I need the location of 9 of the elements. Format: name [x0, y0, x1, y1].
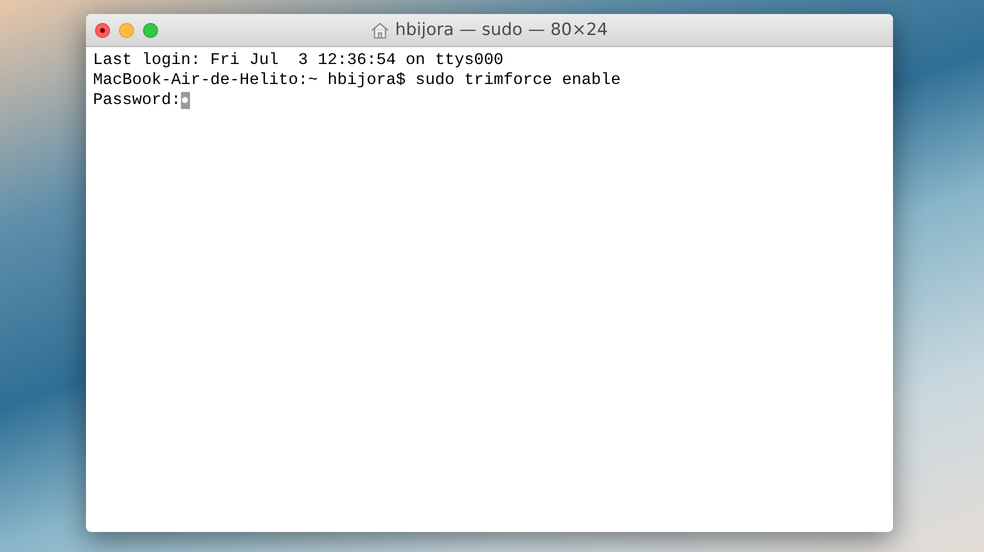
zoom-button[interactable] — [143, 22, 158, 38]
password-prompt: Password: — [93, 90, 181, 110]
close-button[interactable] — [95, 22, 110, 38]
terminal-line: MacBook-Air-de-Helito:~ hbijora$ sudo trimforce enable — [93, 70, 622, 90]
cursor — [180, 92, 190, 108]
minimize-button[interactable] — [119, 22, 134, 38]
terminal-line: Last login: Fri Jul 3 12:36:54 on ttys000 — [93, 50, 504, 70]
house-icon — [371, 22, 390, 38]
window-title: hbijora — sudo — 80×24 — [395, 20, 608, 40]
